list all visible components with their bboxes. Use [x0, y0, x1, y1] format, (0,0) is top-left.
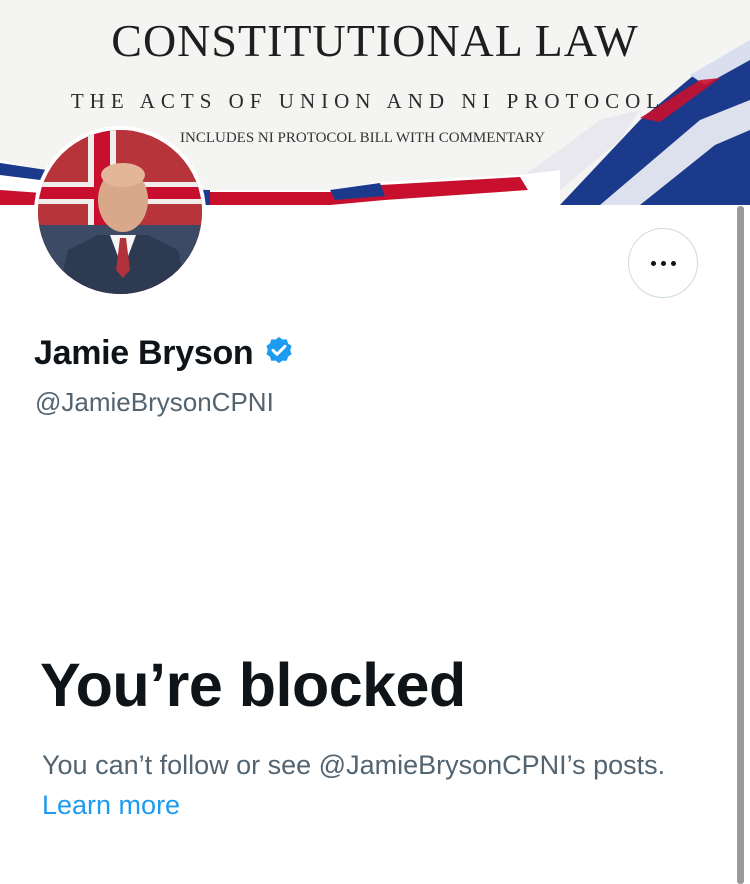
- profile-name: Jamie Bryson: [34, 334, 254, 372]
- banner-subtitle-secondary: INCLUDES NI PROTOCOL BILL WITH COMMENTAR…: [180, 130, 546, 146]
- banner-title: CONSTITUTIONAL LAW: [111, 15, 639, 66]
- blocked-message: You can’t follow or see @JamieBrysonCPNI…: [42, 745, 702, 825]
- banner-subtitle: THE ACTS OF UNION AND NI PROTOCOL: [70, 89, 666, 113]
- profile-name-row: Jamie Bryson: [34, 334, 295, 373]
- learn-more-link[interactable]: Learn more: [42, 790, 180, 820]
- avatar-image: [38, 130, 202, 294]
- scrollbar[interactable]: [737, 206, 744, 884]
- blocked-message-text: You can’t follow or see @JamieBrysonCPNI…: [42, 750, 666, 780]
- more-horizontal-icon: [650, 260, 676, 266]
- blocked-title: You’re blocked: [40, 651, 466, 719]
- profile-handle: @JamieBrysonCPNI: [35, 387, 274, 417]
- more-options-button[interactable]: [628, 228, 698, 298]
- verified-badge-icon[interactable]: [263, 335, 295, 372]
- avatar[interactable]: [34, 126, 206, 298]
